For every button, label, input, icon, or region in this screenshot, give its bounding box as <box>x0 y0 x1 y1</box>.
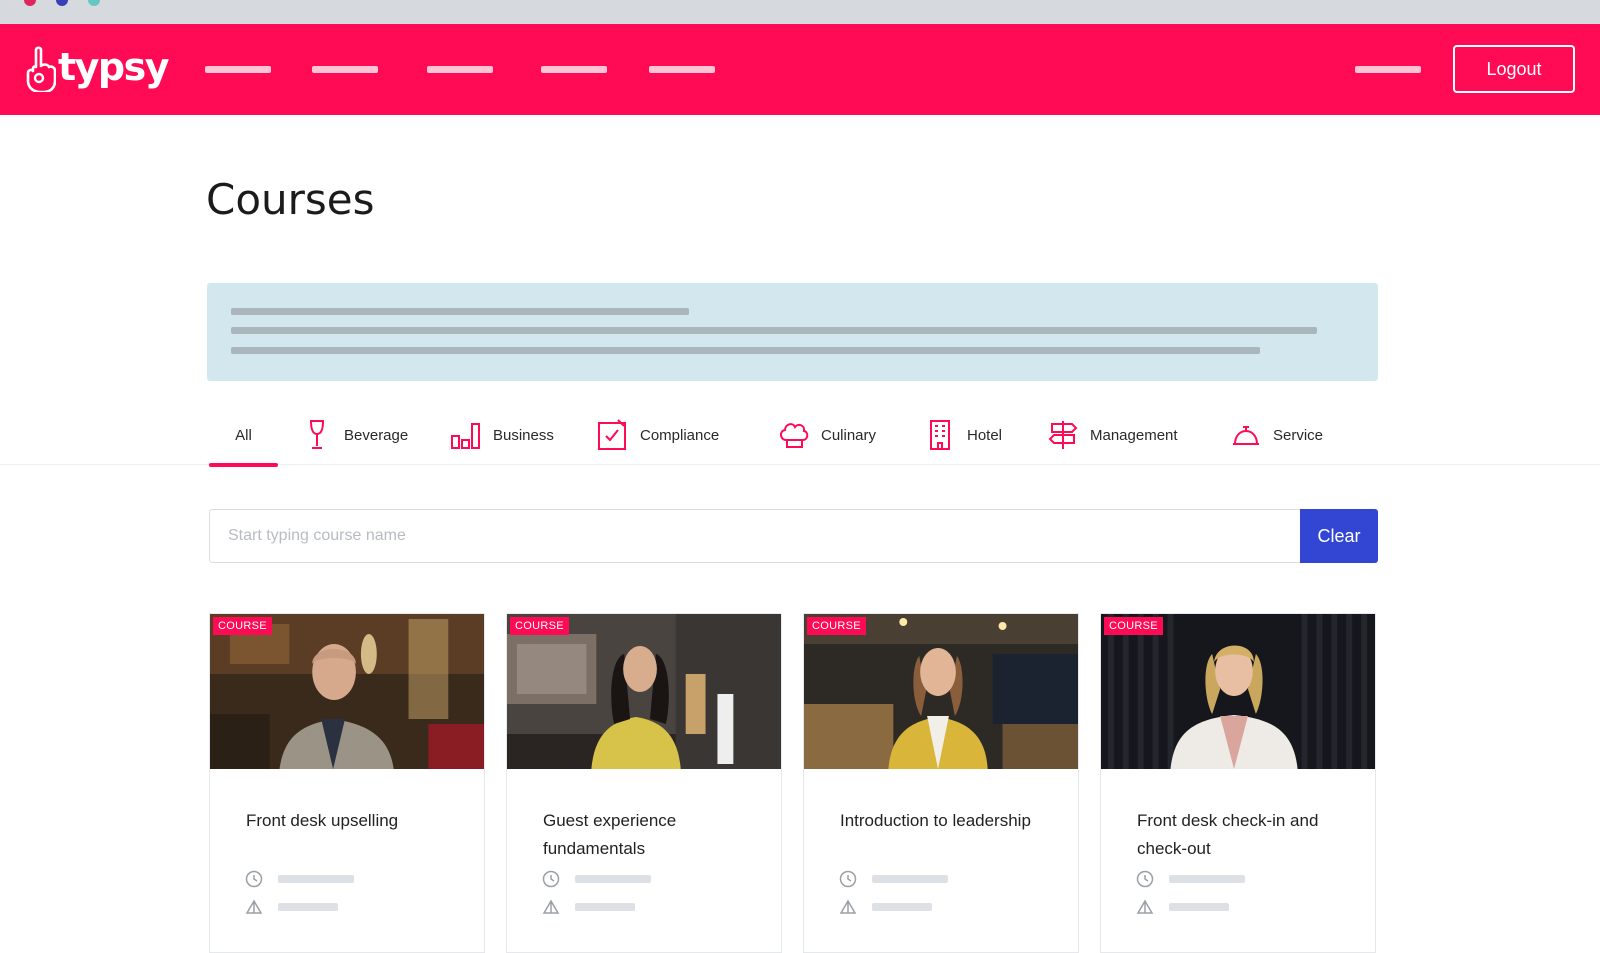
top-navbar: typsy Logout <box>0 24 1600 115</box>
course-thumbnail: COURSE <box>507 614 781 769</box>
hotel-building-icon <box>930 420 950 450</box>
banner-line <box>231 308 689 315</box>
duration-placeholder <box>1169 875 1245 883</box>
nav-link-4[interactable] <box>541 66 607 73</box>
course-badge: COURSE <box>510 617 569 635</box>
signpost-icon <box>1048 421 1078 449</box>
tab-business[interactable]: Business <box>449 405 554 465</box>
lessons-icon <box>245 899 263 914</box>
chef-hat-icon <box>780 423 809 448</box>
tab-label: Service <box>1273 426 1324 444</box>
lessons-placeholder <box>872 903 932 911</box>
course-lessons <box>244 897 338 917</box>
lessons-icon <box>542 899 560 914</box>
woman-in-white-blazer-image <box>1101 614 1375 769</box>
page-title: Courses <box>206 175 375 224</box>
course-badge: COURSE <box>807 617 866 635</box>
nav-link-5[interactable] <box>649 66 715 73</box>
window-close-dot[interactable] <box>24 0 36 6</box>
course-title: Front desk upselling <box>246 811 399 830</box>
account-link[interactable] <box>1355 66 1421 73</box>
tab-label: Compliance <box>640 426 720 444</box>
woman-in-restaurant-image <box>507 614 781 769</box>
course-thumbnail: COURSE <box>804 614 1078 769</box>
lessons-placeholder <box>575 903 635 911</box>
nav-link-2[interactable] <box>312 66 378 73</box>
checkbox-icon <box>598 419 626 450</box>
duration-placeholder <box>278 875 354 883</box>
tab-service[interactable]: Service <box>1229 405 1323 465</box>
tab-culinary[interactable]: Culinary <box>777 405 876 465</box>
logo-wordmark: typsy <box>58 45 170 89</box>
tab-all[interactable]: All <box>209 405 278 467</box>
course-title: Front desk check-in and check-out <box>1137 811 1319 858</box>
tab-label: Business <box>493 426 554 444</box>
course-card[interactable]: COURSE Guest experience fundamentals <box>506 613 782 953</box>
tab-management[interactable]: Management <box>1046 405 1178 465</box>
banner-line <box>231 327 1317 334</box>
course-card[interactable]: COURSE Introduction to leadership <box>803 613 1079 953</box>
course-badge: COURSE <box>1104 617 1163 635</box>
lessons-placeholder <box>278 903 338 911</box>
tab-beverage[interactable]: Beverage <box>300 405 408 465</box>
typsy-logo[interactable]: typsy <box>22 44 170 94</box>
nav-link-1[interactable] <box>205 66 271 73</box>
course-title: Guest experience fundamentals <box>543 811 677 858</box>
course-card[interactable]: COURSE Front desk upselling <box>209 613 485 953</box>
tab-hotel[interactable]: Hotel <box>923 405 1002 465</box>
wine-glass-icon <box>309 420 325 449</box>
clear-button[interactable]: Clear <box>1300 509 1378 563</box>
course-badge: COURSE <box>213 617 272 635</box>
banner-line <box>231 347 1260 354</box>
tab-label: Beverage <box>344 426 409 444</box>
lessons-placeholder <box>1169 903 1229 911</box>
clock-icon <box>245 870 263 888</box>
clock-icon <box>839 870 857 888</box>
tab-label: All <box>235 426 252 444</box>
clock-icon <box>1136 870 1154 888</box>
bar-chart-icon <box>451 423 480 449</box>
course-lessons <box>1135 897 1229 917</box>
nav-link-3[interactable] <box>427 66 493 73</box>
tab-compliance[interactable]: Compliance <box>596 405 719 465</box>
course-duration <box>838 869 948 889</box>
course-card[interactable]: COURSE Front desk check-in and check-out <box>1100 613 1376 953</box>
category-tabs: All Beverage Business Compliance Culinar… <box>0 405 1600 467</box>
course-duration <box>541 869 651 889</box>
service-bell-icon <box>1233 426 1259 445</box>
clock-icon <box>542 870 560 888</box>
duration-placeholder <box>872 875 948 883</box>
window-minimize-dot[interactable] <box>56 0 68 6</box>
raised-finger-icon <box>26 46 56 92</box>
course-title: Introduction to leadership <box>840 811 1031 830</box>
tab-label: Hotel <box>967 426 1003 444</box>
tab-label: Culinary <box>821 426 877 444</box>
woman-in-bar-image <box>804 614 1078 769</box>
course-lessons <box>838 897 932 917</box>
browser-chrome <box>0 0 1600 24</box>
course-thumbnail: COURSE <box>210 614 484 769</box>
tab-label: Management <box>1090 426 1178 444</box>
search-input[interactable] <box>209 509 1300 563</box>
course-thumbnail: COURSE <box>1101 614 1375 769</box>
course-duration <box>1135 869 1245 889</box>
info-banner <box>207 283 1378 381</box>
lessons-icon <box>1136 899 1154 914</box>
window-maximize-dot[interactable] <box>88 0 100 6</box>
course-lessons <box>541 897 635 917</box>
duration-placeholder <box>575 875 651 883</box>
lessons-icon <box>839 899 857 914</box>
course-duration <box>244 869 354 889</box>
course-search: Clear <box>209 509 1378 563</box>
man-in-lobby-image <box>210 614 484 769</box>
logout-button[interactable]: Logout <box>1453 45 1575 93</box>
